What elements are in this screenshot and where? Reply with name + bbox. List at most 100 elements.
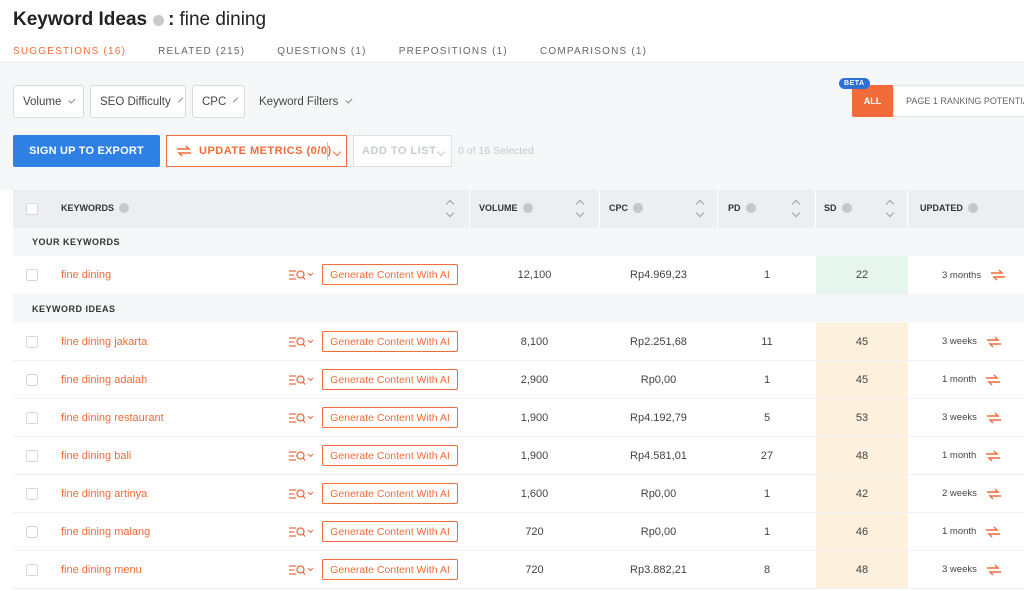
update-metrics-label: UPDATE METRICS (0/0) <box>199 145 332 157</box>
keyword-link[interactable]: fine dining adalah <box>61 374 147 386</box>
search-query: fine dining <box>179 9 267 30</box>
sd-value: 48 <box>816 551 908 588</box>
table-row: fine dining bali Generate Content With A… <box>13 437 1024 475</box>
page1-ranking-toggle[interactable]: PAGE 1 RANKING POTENTIAL <box>893 85 1024 117</box>
refresh-icon[interactable] <box>990 268 1006 282</box>
row-checkbox[interactable] <box>26 269 38 281</box>
generate-content-button[interactable]: Generate Content With AI <box>322 559 458 580</box>
updated-value: 1 month <box>942 450 977 461</box>
keyword-link[interactable]: fine dining malang <box>61 526 150 538</box>
row-checkbox[interactable] <box>26 564 38 576</box>
sort-icon[interactable] <box>575 199 585 219</box>
sd-value: 53 <box>816 399 908 436</box>
sign-up-to-export-button[interactable]: SIGN UP TO EXPORT <box>13 135 160 167</box>
column-label: UPDATED <box>920 203 963 213</box>
row-checkbox[interactable] <box>26 526 38 538</box>
sort-icon[interactable] <box>695 199 705 219</box>
keyword-link[interactable]: fine dining bali <box>61 450 131 462</box>
serp-search-icon[interactable] <box>288 487 314 501</box>
generate-content-button[interactable]: Generate Content With AI <box>322 264 458 285</box>
sort-icon[interactable] <box>791 199 801 219</box>
row-checkbox[interactable] <box>26 412 38 424</box>
updated-value: 3 weeks <box>942 336 977 347</box>
refresh-icon[interactable] <box>986 563 1002 577</box>
keyword-filters-dropdown[interactable]: Keyword Filters <box>250 85 360 118</box>
generate-content-button[interactable]: Generate Content With AI <box>322 407 458 428</box>
seo-difficulty-filter-dropdown[interactable]: SEO Difficulty <box>90 85 186 118</box>
column-header-cpc[interactable]: CPC <box>609 203 644 213</box>
generate-content-button[interactable]: Generate Content With AI <box>322 369 458 390</box>
help-icon[interactable] <box>841 203 852 213</box>
sort-icon[interactable] <box>885 199 895 219</box>
row-checkbox[interactable] <box>26 450 38 462</box>
column-header-sd[interactable]: SD <box>824 203 852 213</box>
pd-value: 27 <box>760 449 774 462</box>
column-header-updated[interactable]: UPDATED <box>920 203 978 213</box>
row-checkbox[interactable] <box>26 374 38 386</box>
generate-content-button[interactable]: Generate Content With AI <box>322 445 458 466</box>
keyword-link[interactable]: fine dining menu <box>61 564 142 576</box>
keyword-link[interactable]: fine dining <box>61 269 111 281</box>
tab-suggestions[interactable]: SUGGESTIONS (16) <box>13 46 126 57</box>
cpc-value: Rp2.251,68 <box>630 335 687 348</box>
add-to-list-button[interactable]: ADD TO LIST <box>353 135 452 167</box>
column-header-pd[interactable]: PD <box>728 203 756 213</box>
serp-search-icon[interactable] <box>288 268 314 282</box>
sort-icon[interactable] <box>445 199 455 219</box>
generate-content-button[interactable]: Generate Content With AI <box>322 483 458 504</box>
updated-cell: 2 weeks <box>908 475 1024 512</box>
serp-search-icon[interactable] <box>288 449 314 463</box>
table-row: fine dining restaurant Generate Content … <box>13 399 1024 437</box>
refresh-icon[interactable] <box>985 449 1001 463</box>
all-ranking-toggle[interactable]: ALL <box>852 85 893 117</box>
help-icon[interactable] <box>745 203 756 213</box>
tab-prepositions[interactable]: PREPOSITIONS (1) <box>399 46 508 57</box>
volume-value: 720 <box>525 563 544 576</box>
volume-value: 720 <box>525 525 544 538</box>
group-header-keyword-ideas: KEYWORD IDEAS <box>13 295 1024 323</box>
table-row: fine dining menu Generate Content With A… <box>13 551 1024 589</box>
chevron-down-icon <box>233 97 239 102</box>
refresh-icon[interactable] <box>986 335 1002 349</box>
keyword-link[interactable]: fine dining restaurant <box>61 412 164 424</box>
column-label: KEYWORDS <box>61 203 115 213</box>
chevron-down-icon[interactable] <box>332 147 342 157</box>
sd-value: 42 <box>816 475 908 512</box>
column-divider <box>717 190 718 228</box>
column-divider <box>469 190 470 228</box>
column-header-keywords[interactable]: KEYWORDS <box>61 203 130 213</box>
info-icon[interactable] <box>153 14 165 26</box>
serp-search-icon[interactable] <box>288 563 314 577</box>
volume-filter-dropdown[interactable]: Volume <box>13 85 84 118</box>
row-checkbox[interactable] <box>26 488 38 500</box>
refresh-icon[interactable] <box>986 487 1002 501</box>
serp-search-icon[interactable] <box>288 335 314 349</box>
cpc-value: Rp4.192,79 <box>630 411 687 424</box>
tab-related[interactable]: RELATED (215) <box>158 46 245 57</box>
generate-content-button[interactable]: Generate Content With AI <box>322 521 458 542</box>
select-all-checkbox[interactable] <box>26 203 38 215</box>
help-icon[interactable] <box>119 203 130 213</box>
refresh-icon[interactable] <box>985 373 1001 387</box>
cpc-filter-dropdown[interactable]: CPC <box>192 85 245 118</box>
group-header-your-keywords: YOUR KEYWORDS <box>13 228 1024 256</box>
help-icon[interactable] <box>633 203 644 213</box>
tab-questions[interactable]: QUESTIONS (1) <box>277 46 367 57</box>
help-icon[interactable] <box>967 203 978 213</box>
group-label: KEYWORD IDEAS <box>32 304 116 314</box>
refresh-icon[interactable] <box>985 525 1001 539</box>
serp-search-icon[interactable] <box>288 411 314 425</box>
refresh-icon[interactable] <box>986 411 1002 425</box>
help-icon[interactable] <box>522 203 533 213</box>
serp-search-icon[interactable] <box>288 373 314 387</box>
table-header: KEYWORDS VOLUME CPC PD SD UPDATED <box>13 190 1024 228</box>
serp-search-icon[interactable] <box>288 525 314 539</box>
keyword-link[interactable]: fine dining jakarta <box>61 336 147 348</box>
keyword-link[interactable]: fine dining artinya <box>61 488 147 500</box>
tab-comparisons[interactable]: COMPARISONS (1) <box>540 46 647 57</box>
column-header-volume[interactable]: VOLUME <box>479 203 533 213</box>
row-checkbox[interactable] <box>26 336 38 348</box>
generate-content-button[interactable]: Generate Content With AI <box>322 331 458 352</box>
update-metrics-button[interactable]: UPDATE METRICS (0/0) <box>166 135 347 167</box>
group-label: YOUR KEYWORDS <box>32 237 121 247</box>
